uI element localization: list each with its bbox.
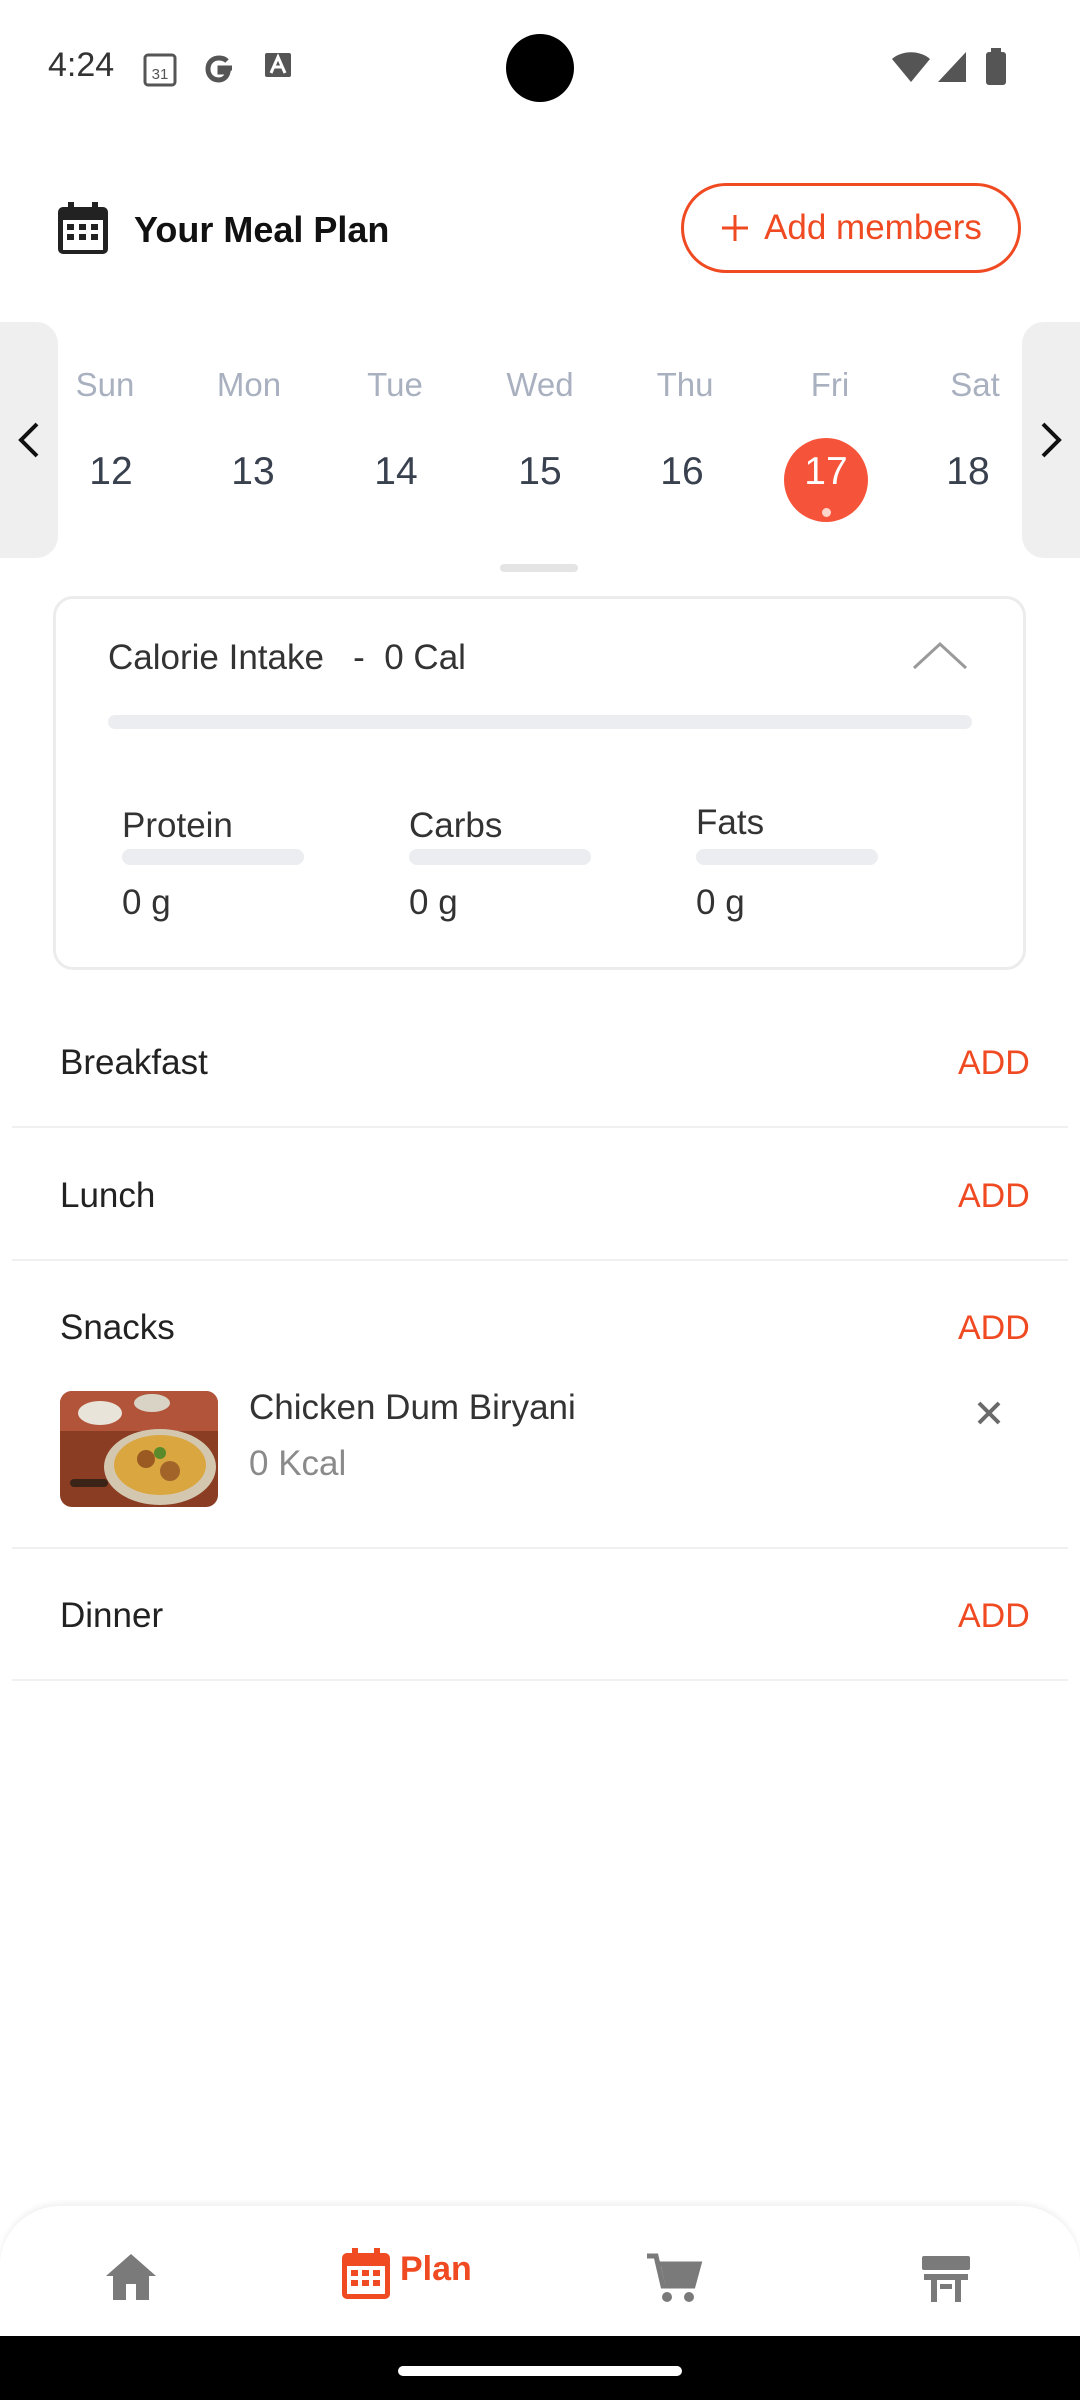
food-image [60, 1391, 218, 1507]
day-name-thu: Thu [656, 366, 714, 403]
add-members-label: Add members [764, 208, 982, 247]
day-14[interactable]: 14 [346, 450, 446, 494]
divider [12, 1126, 1068, 1128]
chevron-left-icon [18, 422, 39, 458]
calendar-icon [56, 200, 110, 261]
cart-icon [647, 2253, 703, 2302]
calendar-status-text: 31 [152, 66, 169, 83]
breakfast-add-button[interactable]: ADD [958, 1044, 1030, 1083]
day-name-wed: Wed [506, 366, 574, 403]
home-icon [106, 2254, 156, 2300]
google-icon [202, 50, 238, 93]
add-members-button[interactable]: Add members [681, 183, 1021, 273]
calorie-progress-bar [108, 715, 972, 729]
bottom-navigation [0, 2206, 1080, 2336]
nav-table[interactable] [920, 2254, 972, 2309]
nav-cart[interactable] [645, 2252, 703, 2309]
divider [12, 1547, 1068, 1549]
protein-label: Protein [122, 806, 233, 845]
protein-value: 0 g [122, 883, 171, 922]
day-18[interactable]: 18 [918, 450, 1018, 494]
day-15[interactable]: 15 [490, 450, 590, 494]
collapse-button[interactable] [910, 638, 970, 677]
day-17-selected[interactable]: 17 [776, 450, 876, 494]
nav-plan[interactable] [340, 2247, 392, 2306]
drag-handle[interactable] [500, 564, 578, 572]
calendar-plan-icon [342, 2248, 390, 2299]
day-name-mon: Mon [216, 366, 282, 403]
calendar-status-icon: 31 [142, 50, 178, 93]
fats-progress-bar [696, 849, 878, 865]
nav-plan-label[interactable]: Plan [400, 2250, 472, 2289]
home-gesture-handle[interactable] [398, 2366, 682, 2376]
calorie-intake-label: Calorie Intake - 0 Cal [108, 638, 466, 677]
previous-week-button[interactable] [0, 322, 58, 558]
dining-table-icon [922, 2256, 970, 2302]
divider [12, 1259, 1068, 1261]
day-name-sun: Sun [75, 366, 135, 403]
next-week-button[interactable] [1022, 322, 1080, 558]
food-name: Chicken Dum Biryani [249, 1388, 576, 1427]
page-title: Your Meal Plan [134, 209, 390, 250]
nav-home[interactable] [104, 2252, 158, 2307]
dinner-add-button[interactable]: ADD [958, 1597, 1030, 1636]
fats-value: 0 g [696, 883, 745, 922]
day-16[interactable]: 16 [632, 450, 732, 494]
chevron-right-icon [1041, 422, 1062, 458]
day-name-fri: Fri [810, 366, 850, 403]
divider [12, 1679, 1068, 1681]
carbs-value: 0 g [409, 883, 458, 922]
day-12[interactable]: 12 [61, 450, 161, 494]
day-13[interactable]: 13 [203, 450, 303, 494]
remove-item-button[interactable] [972, 1396, 1006, 1430]
snacks-add-button[interactable]: ADD [958, 1309, 1030, 1348]
battery-icon [984, 48, 1008, 91]
day-name-sat: Sat [950, 366, 1000, 403]
wifi-icon [890, 50, 932, 89]
carbs-label: Carbs [409, 806, 503, 845]
day-name-tue: Tue [367, 366, 423, 403]
signal-icon [936, 50, 968, 89]
selected-day-dot [822, 508, 831, 517]
accessibility-font-icon [264, 50, 292, 85]
breakfast-title: Breakfast [60, 1043, 208, 1082]
lunch-add-button[interactable]: ADD [958, 1177, 1030, 1216]
close-icon [977, 1401, 1001, 1425]
fats-label: Fats [696, 803, 765, 842]
food-calories: 0 Kcal [249, 1444, 347, 1483]
status-time: 4:24 [48, 46, 115, 84]
plus-icon [722, 215, 749, 241]
carbs-progress-bar [409, 849, 591, 865]
protein-progress-bar [122, 849, 304, 865]
front-camera [506, 34, 574, 102]
dinner-title: Dinner [60, 1596, 164, 1635]
lunch-title: Lunch [60, 1176, 156, 1215]
snacks-title: Snacks [60, 1308, 175, 1347]
chevron-up-icon [912, 641, 968, 670]
